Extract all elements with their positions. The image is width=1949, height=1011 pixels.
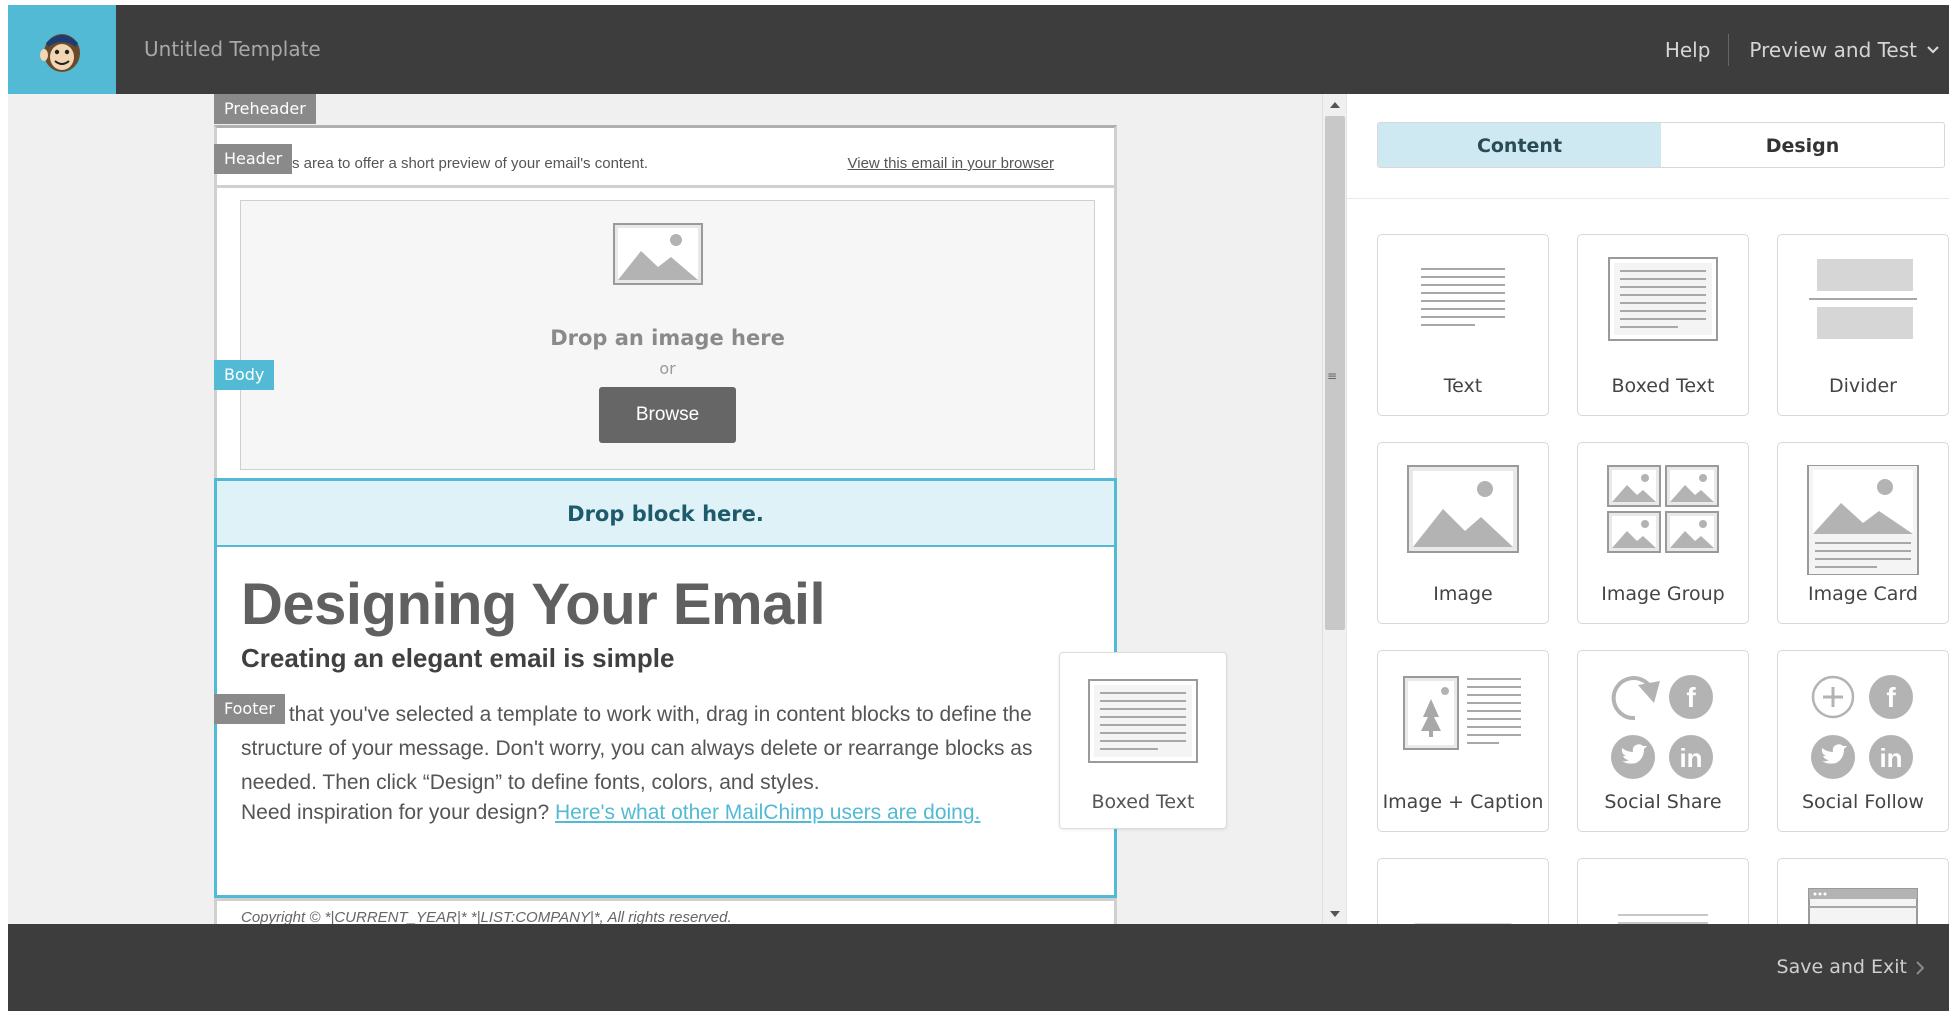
scroll-grip-icon: ≡ [1327, 369, 1338, 383]
block-social-follow[interactable]: f in Social Follow [1777, 650, 1949, 832]
boxed-text-icon [1088, 679, 1198, 763]
image-icon [1407, 465, 1519, 553]
svg-text:in: in [1679, 743, 1702, 773]
svg-text:f: f [1686, 682, 1696, 713]
panel-tabs: Content Design [1377, 122, 1945, 168]
content-paragraph[interactable]: Now that you've selected a template to w… [241, 698, 1101, 800]
scroll-up-arrow-icon[interactable] [1330, 102, 1340, 108]
drop-image-text: Drop an image here [550, 326, 785, 350]
tab-content[interactable]: Content [1378, 123, 1661, 167]
svg-text:f: f [1886, 682, 1896, 713]
preview-and-test-button[interactable]: Preview and Test [1729, 38, 1949, 62]
copyright-text: Copyright © *|CURRENT_YEAR|* *|LIST:COMP… [241, 909, 732, 924]
image-card-icon [1807, 465, 1919, 575]
freddie-logo-icon [40, 34, 80, 72]
block-text[interactable]: Text [1377, 234, 1549, 416]
chevron-right-icon [1916, 960, 1925, 975]
section-tab-header[interactable]: Header [214, 144, 293, 174]
text-icon [1421, 268, 1505, 326]
top-actions: Help Preview and Test [1647, 5, 1949, 94]
footer-section[interactable]: Copyright © *|CURRENT_YEAR|* *|LIST:COMP… [214, 898, 1117, 924]
inspiration-paragraph[interactable]: Need inspiration for your design? Here's… [241, 801, 980, 825]
email-canvas: Preheader s area to offer a short previe… [8, 94, 1322, 924]
block-label: Image + Caption [1382, 791, 1544, 813]
block-label: Divider [1829, 375, 1897, 397]
content-subheading[interactable]: Creating an elegant email is simple [241, 643, 674, 674]
dragged-block-boxed-text[interactable]: Boxed Text [1059, 652, 1227, 829]
template-title[interactable]: Untitled Template [144, 5, 321, 94]
image-caption-icon [1403, 676, 1521, 750]
body-section: Drop block here. Designing Your Email Cr… [214, 478, 1117, 898]
social-share-icon: f in [1611, 675, 1713, 779]
email-template: Preheader s area to offer a short previe… [214, 94, 1124, 924]
header-section: Drop an image here or Browse [214, 188, 1117, 478]
block-label: Social Share [1604, 791, 1722, 813]
bottom-bar: Save and Exit [8, 924, 1949, 1011]
svg-text:in: in [1879, 743, 1902, 773]
block-social-share[interactable]: f in Social Share [1577, 650, 1749, 832]
drop-block-zone[interactable]: Drop block here. [217, 481, 1114, 547]
block-label: Social Follow [1802, 791, 1924, 813]
inspiration-link[interactable]: Here's what other MailChimp users are do… [555, 801, 980, 824]
save-and-exit-label: Save and Exit [1776, 956, 1907, 978]
image-drop-area[interactable]: Drop an image here or Browse [240, 200, 1095, 470]
preheader-text-prefix: s [292, 155, 300, 172]
preview-and-test-label: Preview and Test [1749, 37, 1917, 62]
preheader-block[interactable]: s area to offer a short preview of your … [214, 125, 1117, 188]
section-tab-preheader[interactable]: Preheader [214, 94, 316, 124]
block-image-group[interactable]: Image Group [1577, 442, 1749, 624]
block-boxed-text[interactable]: Boxed Text [1577, 234, 1749, 416]
content-heading[interactable]: Designing Your Email [241, 571, 826, 638]
or-text: or [659, 359, 676, 378]
block-label: Text [1443, 375, 1483, 397]
browse-button[interactable]: Browse [599, 387, 736, 443]
divider [1347, 198, 1949, 199]
block-label: Image Card [1808, 583, 1918, 605]
block-label: Image Group [1601, 583, 1725, 605]
help-link[interactable]: Help [1647, 33, 1730, 66]
social-follow-icon: f in [1811, 675, 1913, 779]
preheader-text: s area to offer a short preview of your … [292, 155, 648, 172]
block-label: Boxed Text [1611, 375, 1715, 397]
share-arrow-icon [1611, 676, 1660, 721]
block-label: Image [1433, 583, 1493, 605]
view-in-browser-link[interactable]: View this email in your browser [848, 155, 1054, 172]
image-placeholder-icon [613, 223, 703, 285]
canvas-scrollbar[interactable]: ≡ [1322, 94, 1346, 924]
block-image-caption[interactable]: Image + Caption [1377, 650, 1549, 832]
image-group-icon [1607, 465, 1719, 553]
dragged-block-label: Boxed Text [1091, 791, 1195, 813]
section-tab-footer[interactable]: Footer [214, 694, 285, 724]
app-logo[interactable] [8, 5, 116, 94]
boxed-text-icon [1608, 257, 1718, 341]
right-panel: Content Design Text Boxed Text Divider I… [1346, 94, 1949, 1011]
preheader-text-body: area to offer a short preview of your em… [303, 155, 649, 172]
divider-icon [1809, 259, 1917, 339]
chevron-down-icon [1927, 45, 1939, 54]
block-image[interactable]: Image [1377, 442, 1549, 624]
save-and-exit-button[interactable]: Save and Exit [1777, 924, 1925, 1011]
block-divider[interactable]: Divider [1777, 234, 1949, 416]
scroll-down-arrow-icon[interactable] [1330, 911, 1340, 917]
section-tab-body[interactable]: Body [214, 360, 275, 390]
inspiration-text: Need inspiration for your design? [241, 801, 556, 824]
block-image-card[interactable]: Image Card [1777, 442, 1949, 624]
top-bar: Untitled Template Help Preview and Test [8, 5, 1949, 94]
tab-design[interactable]: Design [1661, 123, 1944, 167]
